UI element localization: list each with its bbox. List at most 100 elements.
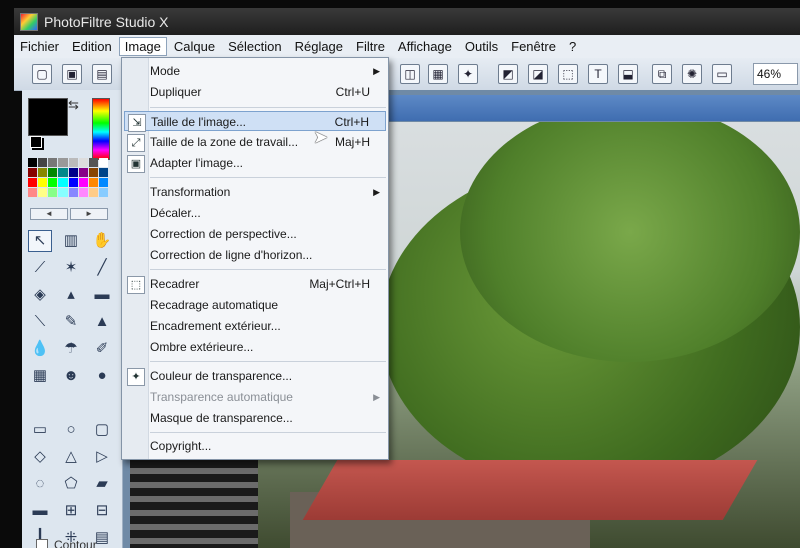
foreground-color-swatch[interactable] bbox=[28, 98, 68, 136]
canvas-size-icon: ⤢ bbox=[127, 134, 145, 152]
palette-right-icon[interactable]: ► bbox=[70, 208, 108, 220]
menu-edition[interactable]: Edition bbox=[66, 37, 118, 56]
menu-item-adapter[interactable]: ▣ Adapter l'image... bbox=[124, 153, 386, 173]
submenu-arrow-icon: ▶ bbox=[373, 392, 380, 402]
align-icon[interactable]: ▬ bbox=[28, 500, 52, 522]
portrait-icon[interactable]: ☻ bbox=[59, 365, 83, 387]
palette-scroll: ◄ ► bbox=[30, 208, 108, 220]
smudge-icon[interactable]: ☂ bbox=[59, 338, 83, 360]
tool-grid: ↖ ▥ ✋ ⟋ ✶ ╱ ◈ ▴ ▬ ⟍ ✎ ▲ 💧 ☂ ✐ ▦ ☻ ● ▭ ○ … bbox=[28, 230, 118, 548]
pointer-tool-icon[interactable]: ↖ bbox=[28, 230, 52, 252]
pen-icon[interactable]: ✎ bbox=[59, 311, 83, 333]
app-icon bbox=[20, 12, 38, 31]
diamond-icon[interactable]: ◇ bbox=[28, 446, 52, 468]
menu-item-copyright[interactable]: Copyright... bbox=[124, 436, 386, 456]
menu-selection[interactable]: Sélection bbox=[222, 37, 287, 56]
color-grid-icon[interactable]: ▦ bbox=[428, 64, 448, 84]
menu-item-mode[interactable]: Mode ▶ bbox=[124, 61, 386, 81]
eyedropper-icon[interactable]: ⟋ bbox=[28, 257, 52, 279]
menu-item-horizon[interactable]: Correction de ligne d'horizon... bbox=[124, 245, 386, 265]
contour-option[interactable]: Contour bbox=[36, 538, 97, 548]
menu-item-perspective[interactable]: Correction de perspective... bbox=[124, 224, 386, 244]
window-icon[interactable]: ▭ bbox=[712, 64, 732, 84]
photofiltre-screen: PhotoFiltre Studio X Fichier Edition Ima… bbox=[0, 0, 800, 548]
menu-item-transparence-auto: Transparence automatique ▶ bbox=[124, 387, 386, 407]
triangle-right-icon[interactable]: ▷ bbox=[90, 446, 114, 468]
line-tool-icon[interactable]: ╱ bbox=[90, 257, 114, 279]
ratio-32-icon[interactable]: ⊟ bbox=[90, 500, 114, 522]
submenu-arrow-icon: ▶ bbox=[373, 187, 380, 197]
new-file-icon[interactable]: ▢ bbox=[32, 64, 52, 84]
canvas-tool-icon[interactable]: ◪ bbox=[528, 64, 548, 84]
contour-label: Contour bbox=[54, 538, 97, 548]
menu-item-recadrer[interactable]: ⬚ Recadrer Maj+Ctrl+H bbox=[124, 274, 386, 294]
zoom-input[interactable]: 46% bbox=[753, 63, 798, 85]
menu-image[interactable]: Image bbox=[118, 37, 167, 56]
fill-bucket-icon[interactable]: ◈ bbox=[28, 284, 52, 306]
menu-item-transformation[interactable]: Transformation ▶ bbox=[124, 182, 386, 202]
menu-outils[interactable]: Outils bbox=[459, 37, 504, 56]
resize-icon: ⇲ bbox=[128, 114, 146, 132]
view-tool-icon[interactable]: ▥ bbox=[59, 230, 83, 252]
menu-item-decaler[interactable]: Décaler... bbox=[124, 203, 386, 223]
barn-roof bbox=[302, 460, 758, 520]
spray-icon[interactable]: ▴ bbox=[59, 284, 83, 306]
menu-item-ombre[interactable]: Ombre extérieure... bbox=[124, 337, 386, 357]
blur-drop-icon[interactable]: 💧 bbox=[28, 338, 52, 360]
polygon-lasso-icon[interactable]: ⬠ bbox=[59, 473, 83, 495]
contour-checkbox[interactable] bbox=[36, 539, 48, 548]
text-tool-icon[interactable]: T bbox=[588, 64, 608, 84]
menu-bar: Fichier Edition Image Calque Sélection R… bbox=[14, 35, 800, 59]
menu-item-taille-zone[interactable]: ⤢ Taille de la zone de travail... Maj+H bbox=[124, 132, 386, 152]
ratio-43-icon[interactable]: ⊞ bbox=[59, 500, 83, 522]
filmstrip bbox=[130, 460, 258, 548]
menu-reglage[interactable]: Réglage bbox=[289, 37, 349, 56]
reset-colors-icon[interactable] bbox=[30, 136, 42, 148]
menu-help[interactable]: ? bbox=[563, 37, 582, 56]
menu-item-dupliquer[interactable]: Dupliquer Ctrl+U bbox=[124, 82, 386, 102]
pattern-icon[interactable]: ▦ bbox=[28, 365, 52, 387]
palette-left-icon[interactable]: ◄ bbox=[30, 208, 68, 220]
image-size-tool-icon[interactable]: ◩ bbox=[498, 64, 518, 84]
color-spectrum[interactable] bbox=[92, 98, 110, 160]
brush-icon[interactable]: ⟍ bbox=[28, 311, 52, 333]
tool-panel: ⇆ ◄ ► ↖ ▥ ✋ ⟋ ✶ ╱ ◈ ▴ ▬ ⟍ ✎ ▲ 💧 ☂ ✐ ▦ ☻ … bbox=[22, 90, 123, 548]
menu-calque[interactable]: Calque bbox=[168, 37, 221, 56]
eraser-icon[interactable]: ▬ bbox=[90, 284, 114, 306]
layers-icon[interactable]: ⧉ bbox=[652, 64, 672, 84]
clone-icon[interactable]: ✐ bbox=[90, 338, 114, 360]
menu-item-encadrement[interactable]: Encadrement extérieur... bbox=[124, 316, 386, 336]
run-icon[interactable]: ✦ bbox=[458, 64, 478, 84]
color-palette[interactable] bbox=[28, 158, 108, 197]
effects-icon[interactable]: ✺ bbox=[682, 64, 702, 84]
menu-item-masque[interactable]: Masque de transparence... bbox=[124, 408, 386, 428]
title-bar: PhotoFiltre Studio X bbox=[14, 8, 800, 35]
image-menu-dropdown: Mode ▶ Dupliquer Ctrl+U ⇲ Taille de l'im… bbox=[121, 57, 389, 460]
fit-image-icon: ▣ bbox=[127, 155, 145, 173]
save-icon[interactable]: ▤ bbox=[92, 64, 112, 84]
menu-fenetre[interactable]: Fenêtre bbox=[505, 37, 562, 56]
transform-icon[interactable]: ⬓ bbox=[618, 64, 638, 84]
rectangle-icon[interactable]: ▭ bbox=[28, 419, 52, 441]
submenu-arrow-icon: ▶ bbox=[373, 66, 380, 76]
swap-colors-icon[interactable]: ⇆ bbox=[68, 97, 79, 113]
ellipse-icon[interactable]: ○ bbox=[59, 419, 83, 441]
triangle-icon[interactable]: △ bbox=[59, 446, 83, 468]
menu-item-recadrage-auto[interactable]: Recadrage automatique bbox=[124, 295, 386, 315]
menu-filtre[interactable]: Filtre bbox=[350, 37, 391, 56]
hand-tool-icon[interactable]: ✋ bbox=[90, 230, 114, 252]
menu-item-couleur-transparence[interactable]: ✦ Couleur de transparence... bbox=[124, 366, 386, 386]
mouse-cursor-icon: ➤ bbox=[313, 127, 329, 147]
open-folder-icon[interactable]: ▣ bbox=[62, 64, 82, 84]
magic-wand-icon[interactable]: ✶ bbox=[59, 257, 83, 279]
rounded-rect-icon[interactable]: ▢ bbox=[90, 419, 114, 441]
frame-icon[interactable]: ◫ bbox=[400, 64, 420, 84]
lasso-icon[interactable]: ◌ bbox=[28, 473, 52, 495]
menu-affichage[interactable]: Affichage bbox=[392, 37, 458, 56]
selection-tool-icon[interactable]: ⬚ bbox=[558, 64, 578, 84]
folder-open-icon[interactable]: ▰ bbox=[90, 473, 114, 495]
stamp-icon[interactable]: ▲ bbox=[90, 311, 114, 333]
menu-fichier[interactable]: Fichier bbox=[14, 37, 65, 56]
strawberry-icon[interactable]: ● bbox=[90, 365, 114, 387]
menu-item-taille-image[interactable]: ⇲ Taille de l'image... Ctrl+H bbox=[124, 111, 386, 132]
